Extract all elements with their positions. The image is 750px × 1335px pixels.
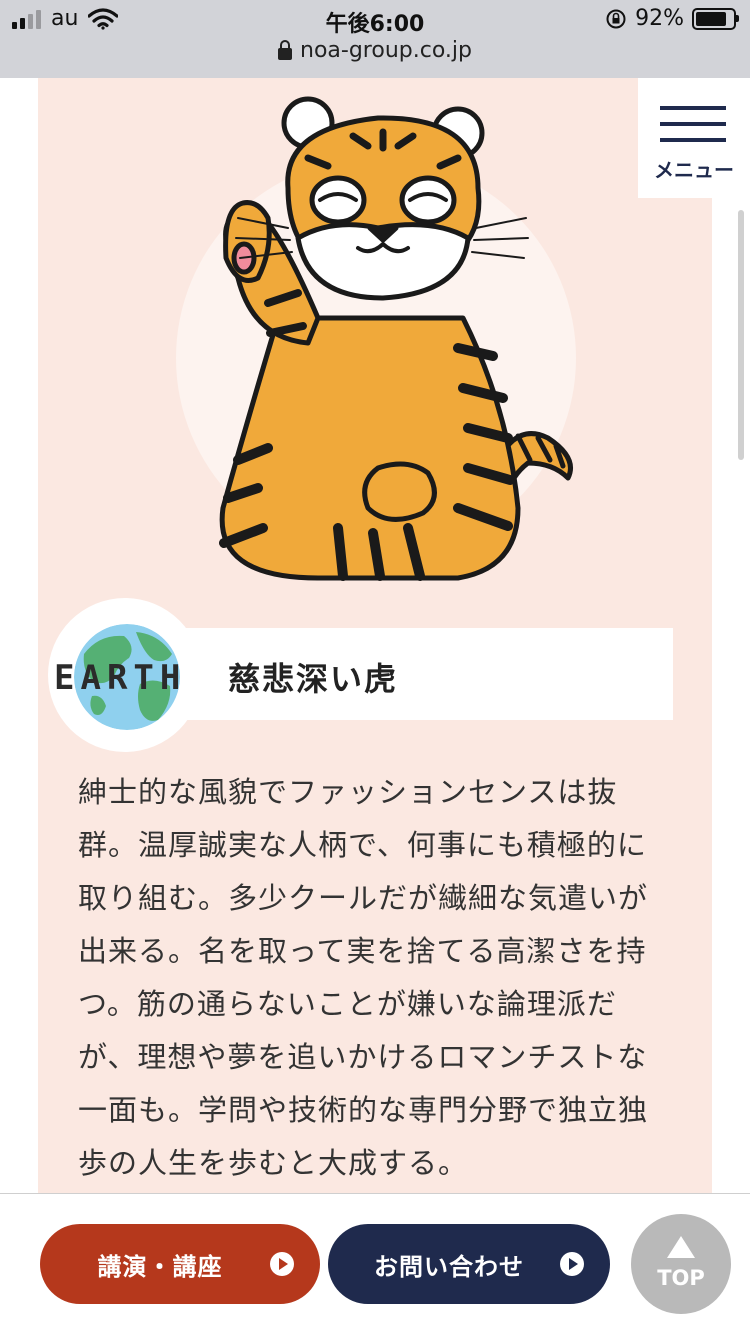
lecture-button[interactable]: 講演・講座 xyxy=(40,1224,320,1304)
description-line: つ。筋の通らないことが嫌いな論理派だ xyxy=(78,987,617,1021)
lock-icon xyxy=(278,39,293,60)
tiger-icon xyxy=(219,96,573,581)
address-bar[interactable]: noa-group.co.jp xyxy=(0,38,750,63)
tiger-illustration xyxy=(158,88,598,588)
battery-icon xyxy=(692,7,739,30)
description-line: 群。温厚誠実な人柄で、何事にも積極的に xyxy=(78,828,647,862)
contact-button[interactable]: お問い合わせ xyxy=(328,1224,610,1304)
description-line: 出来る。名を取って実を捨てる高潔さを持 xyxy=(78,934,647,968)
description-line: 紳士的な風貌でファッションセンスは抜 xyxy=(78,775,618,809)
top-label: TOP xyxy=(657,1266,705,1290)
status-bar: au 午後6:00 92% noa-group.co.jp xyxy=(0,0,750,78)
play-circle-icon xyxy=(270,1252,294,1276)
scrollbar-thumb[interactable] xyxy=(738,210,744,460)
url-text: noa-group.co.jp xyxy=(300,38,472,63)
description-line: が、理想や夢を追いかけるロマンチストな xyxy=(78,1040,648,1074)
rotation-lock-icon xyxy=(606,9,626,28)
contact-label: お問い合わせ xyxy=(374,1252,524,1281)
description-line: 一面も。学問や技術的な専門分野で独立独 xyxy=(78,1093,649,1127)
back-to-top-button[interactable]: TOP xyxy=(631,1214,731,1314)
status-right: 92% xyxy=(605,6,739,31)
play-circle-icon xyxy=(560,1252,584,1276)
menu-button[interactable]: メニュー xyxy=(638,78,750,198)
menu-label: メニュー xyxy=(654,158,734,182)
battery-percent: 92% xyxy=(635,6,684,31)
description: 紳士的な風貌でファッションセンスは抜 群。温厚誠実な人柄で、何事にも積極的に 取… xyxy=(78,766,658,1190)
description-line: 歩の人生を歩むと大成する。 xyxy=(78,1146,469,1180)
element-label: EARTH xyxy=(54,658,187,698)
type-title: 慈悲深い虎 xyxy=(228,660,399,698)
description-line: 取り組む。多少クールだが繊細な気遣いが xyxy=(78,881,649,915)
arrow-up-icon xyxy=(667,1236,695,1258)
lecture-label: 講演・講座 xyxy=(97,1252,223,1281)
